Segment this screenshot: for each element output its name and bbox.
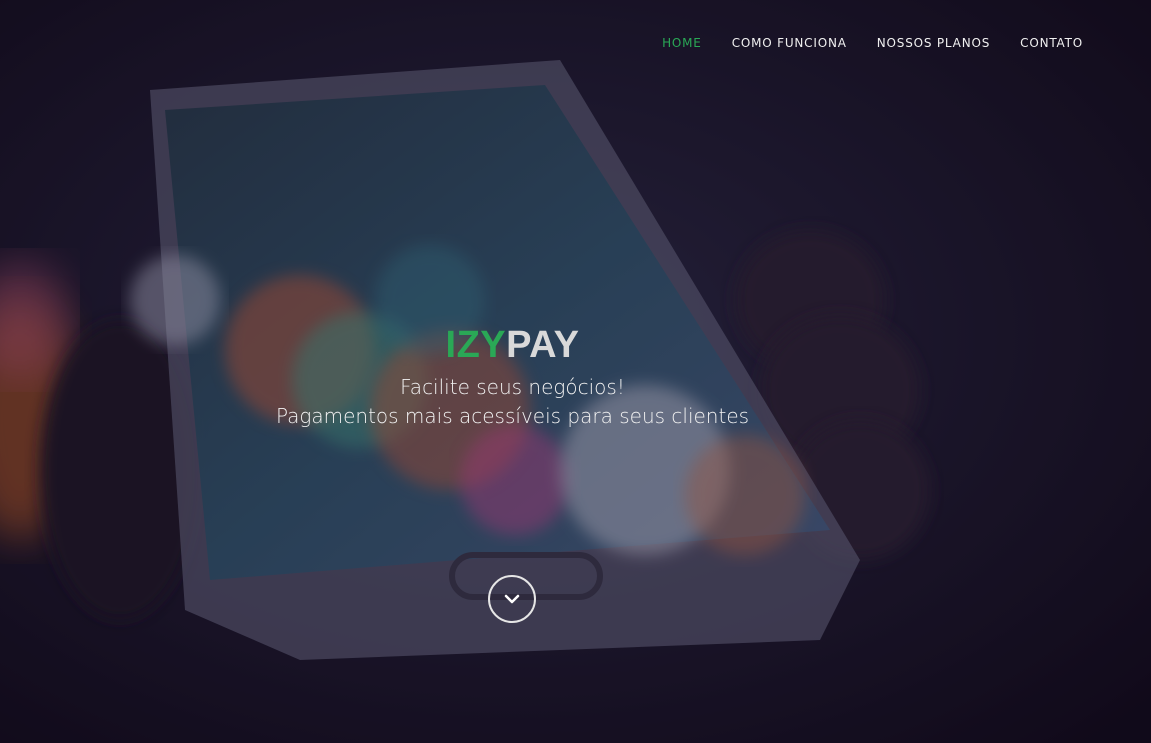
brand-logo: IZYPAY: [446, 324, 580, 367]
tagline-line-2: Pagamentos mais acessíveis para seus cli…: [275, 404, 750, 428]
nav-item-contato[interactable]: CONTATO: [1020, 36, 1083, 50]
hero-content: IZYPAY Facilite seus negócios! Pagamento…: [0, 324, 1151, 431]
chevron-down-icon: [504, 594, 520, 604]
nav-item-como-funciona[interactable]: COMO FUNCIONA: [732, 36, 847, 50]
top-nav: HOME COMO FUNCIONA NOSSOS PLANOS CONTATO: [662, 36, 1083, 50]
brand-part-pay: PAY: [506, 324, 580, 366]
tagline-line-1: Facilite seus negócios!: [400, 375, 625, 399]
nav-item-home[interactable]: HOME: [662, 36, 702, 50]
hero-tagline: Facilite seus negócios! Pagamentos mais …: [0, 373, 1151, 431]
scroll-down-button[interactable]: [488, 575, 536, 623]
nav-item-nossos-planos[interactable]: NOSSOS PLANOS: [877, 36, 990, 50]
brand-part-izy: IZY: [445, 324, 507, 366]
